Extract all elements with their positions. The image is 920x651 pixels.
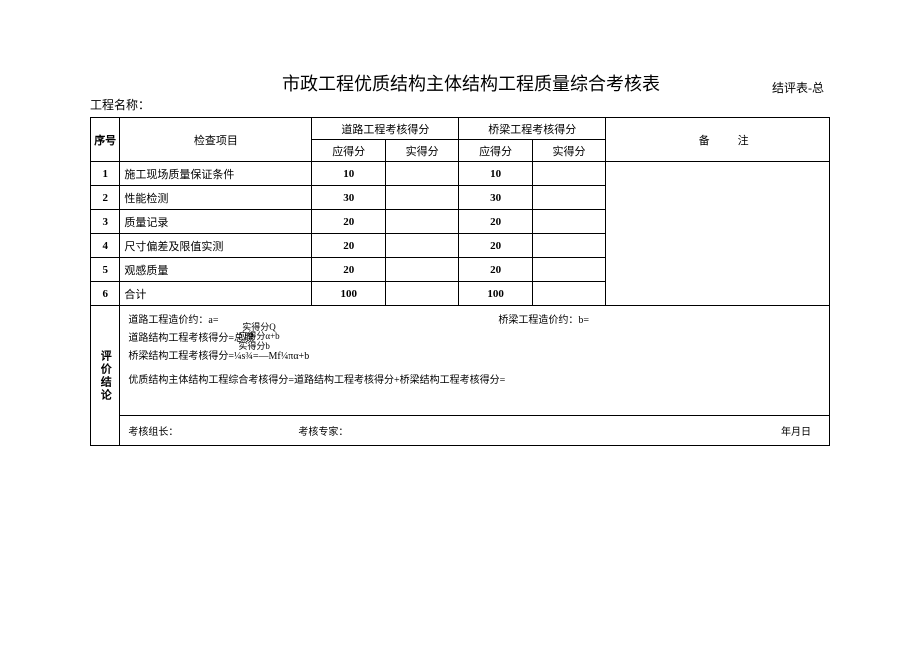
table-head-row-1: 序号 检查项目 道路工程考核得分 桥梁工程考核得分 备注 — [91, 118, 830, 140]
cell-value: 30 — [490, 192, 501, 204]
bridge-formula: 桥梁结构工程考核得分=¼s¾=—Mf¼πα+b 实得分b — [128, 348, 309, 366]
sign-leader: 考核组长： — [128, 423, 298, 438]
col-bridge-group: 桥梁工程考核得分 — [488, 124, 576, 136]
sign-expert: 考核专家： — [298, 423, 781, 438]
cell-value: 100 — [487, 288, 504, 300]
conclusion-body: 道路工程造价约：a= 桥梁工程造价约：b= 道路结构工程考核得分=总腺 实得分Q… — [120, 306, 830, 416]
frac-bot: 应得分α+b — [238, 331, 279, 341]
page-title: 市政工程优质结构主体结构工程质量综合考核表 — [90, 70, 772, 96]
cell-value: 20 — [490, 264, 501, 276]
cell-item: 尺寸偏差及限值实测 — [124, 241, 223, 253]
cell-seq: 6 — [102, 288, 108, 300]
header-row: 市政工程优质结构主体结构工程质量综合考核表 结评表-总 — [90, 70, 830, 96]
col-item: 检查项目 — [194, 135, 238, 147]
col-remark: 备注 — [659, 132, 777, 148]
cell-value: 10 — [490, 168, 501, 180]
cell-value: 10 — [343, 168, 354, 180]
conclusion-row: 评价结论 道路工程造价约：a= 桥梁工程造价约：b= 道路结构工程考核得分=总腺… — [91, 306, 830, 416]
col-road-due: 应得分 — [332, 146, 365, 158]
cost-a: 道路工程造价约：a= — [128, 312, 498, 330]
cell-value: 20 — [343, 240, 354, 252]
remark-cell — [606, 162, 830, 306]
sign-row: 考核组长： 考核专家： 年月日 — [91, 416, 830, 446]
table-row: 1 施工现场质量保证条件 10 10 — [91, 162, 830, 186]
col-road-group: 道路工程考核得分 — [341, 124, 429, 136]
bridge-formula-text: 桥梁结构工程考核得分=¼s¾=—Mf¼πα+b — [128, 351, 309, 362]
cell-item: 质量记录 — [124, 217, 168, 229]
cell-seq: 1 — [102, 168, 108, 180]
combined-formula: 优质结构主体结构工程综合考核得分=道路结构工程考核得分+桥梁结构工程考核得分= — [128, 372, 821, 390]
cell-seq: 4 — [102, 240, 108, 252]
cell-value: 20 — [343, 216, 354, 228]
project-name-label: 工程名称： — [90, 96, 830, 113]
assessment-table: 序号 检查项目 道路工程考核得分 桥梁工程考核得分 备注 应得分 实得分 应得分… — [90, 117, 830, 446]
sign-date: 年月日 — [781, 423, 821, 438]
cell-item: 合计 — [124, 289, 146, 301]
cell-value: 20 — [343, 264, 354, 276]
road-formula: 道路结构工程考核得分=总腺 实得分Q 应得分α+b — [128, 330, 254, 348]
cell-item: 性能检测 — [124, 193, 168, 205]
cell-value: 30 — [343, 192, 354, 204]
cell-item: 观感质量 — [124, 265, 168, 277]
conclusion-label: 评价结论 — [99, 350, 111, 402]
frac-top-2: 实得分b — [238, 341, 270, 351]
cell-item: 施工现场质量保证条件 — [124, 169, 234, 181]
col-seq: 序号 — [94, 135, 116, 147]
cell-seq: 5 — [102, 264, 108, 276]
cell-value: 20 — [490, 216, 501, 228]
cell-seq: 3 — [102, 216, 108, 228]
cell-seq: 2 — [102, 192, 108, 204]
cell-value: 100 — [340, 288, 357, 300]
col-road-got: 实得分 — [406, 146, 439, 158]
form-code: 结评表-总 — [772, 79, 830, 96]
col-bridge-due: 应得分 — [479, 146, 512, 158]
cell-value: 20 — [490, 240, 501, 252]
cost-b: 桥梁工程造价约：b= — [498, 312, 589, 330]
road-formula-text: 道路结构工程考核得分=总腺 — [128, 333, 254, 344]
col-bridge-got: 实得分 — [553, 146, 586, 158]
